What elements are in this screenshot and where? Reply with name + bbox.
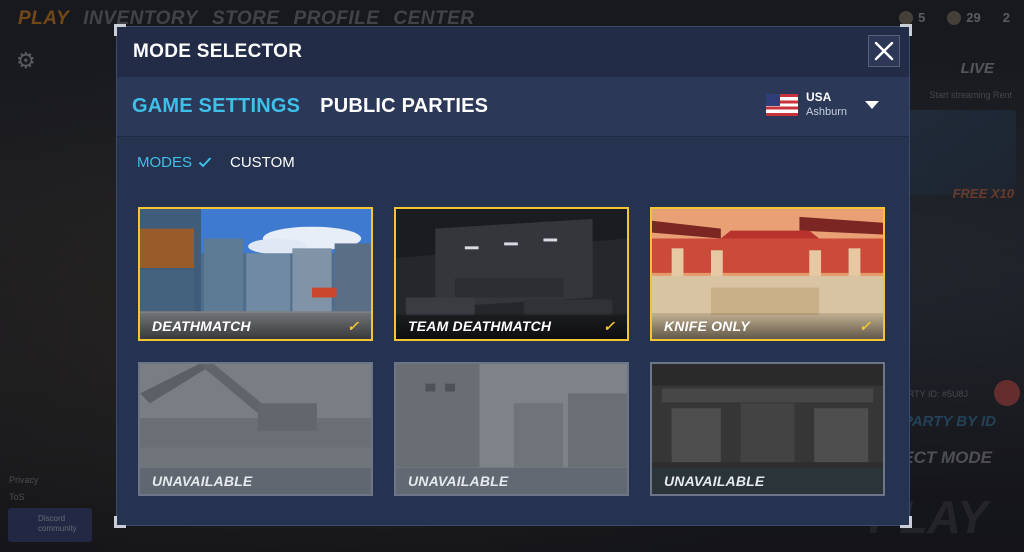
caret-down-icon	[865, 101, 879, 109]
tab-public-parties[interactable]: PUBLIC PARTIES	[320, 95, 488, 118]
mode-name: TEAM DEATHMATCH	[408, 318, 552, 334]
check-icon: ✓	[347, 317, 359, 334]
mode-card-label: UNAVAILABLE	[396, 468, 627, 494]
mode-name: UNAVAILABLE	[664, 473, 765, 489]
mode-card-unavailable: UNAVAILABLE	[138, 362, 373, 496]
mode-grid: DEATHMATCH ✓ TEAM DEATHMATCH ✓ KNIFE ONL…	[138, 207, 885, 496]
corner-decoration	[114, 24, 126, 36]
check-icon: ✓	[603, 317, 615, 334]
main-tabs: GAME SETTINGS PUBLIC PARTIES USA Ashburn	[117, 77, 909, 137]
subtab-custom[interactable]: CUSTOM	[230, 154, 295, 171]
modal-title: MODE SELECTOR	[133, 41, 303, 62]
mode-card-unavailable: UNAVAILABLE	[394, 362, 629, 496]
mode-card-label: TEAM DEATHMATCH ✓	[396, 313, 627, 339]
subtab-custom-label: CUSTOM	[230, 153, 295, 171]
mode-card-deathmatch[interactable]: DEATHMATCH ✓	[138, 207, 373, 341]
region-city: Ashburn	[806, 106, 847, 118]
mode-card-label: KNIFE ONLY ✓	[652, 313, 883, 339]
region-selector[interactable]: USA Ashburn	[766, 90, 879, 120]
close-icon	[874, 41, 894, 61]
mode-card-label: DEATHMATCH ✓	[140, 313, 371, 339]
usa-flag-icon	[766, 94, 799, 116]
check-icon	[198, 157, 212, 168]
close-button[interactable]	[868, 35, 900, 67]
mode-card-label: UNAVAILABLE	[140, 468, 371, 494]
tab-game-settings[interactable]: GAME SETTINGS	[132, 95, 300, 118]
mode-card-knife-only[interactable]: KNIFE ONLY ✓	[650, 207, 885, 341]
check-icon: ✓	[859, 317, 871, 334]
mode-name: KNIFE ONLY	[664, 318, 750, 334]
corner-decoration	[900, 24, 912, 36]
mode-name: UNAVAILABLE	[152, 473, 253, 489]
mode-selector-modal: MODE SELECTOR GAME SETTINGS PUBLIC PARTI…	[114, 24, 912, 528]
subtab-modes[interactable]: MODES	[137, 154, 212, 171]
mode-name: DEATHMATCH	[152, 318, 251, 334]
mode-card-label: UNAVAILABLE	[652, 468, 883, 494]
subtab-modes-label: MODES	[137, 153, 193, 171]
region-text: USA Ashburn	[806, 90, 847, 120]
mode-name: UNAVAILABLE	[408, 473, 509, 489]
sub-tabs: MODES CUSTOM	[117, 137, 909, 187]
mode-card-team-deathmatch[interactable]: TEAM DEATHMATCH ✓	[394, 207, 629, 341]
modal-header: MODE SELECTOR	[117, 27, 909, 77]
mode-card-unavailable: UNAVAILABLE	[650, 362, 885, 496]
corner-decoration	[900, 516, 912, 528]
region-country: USA	[806, 90, 832, 104]
corner-decoration	[114, 516, 126, 528]
